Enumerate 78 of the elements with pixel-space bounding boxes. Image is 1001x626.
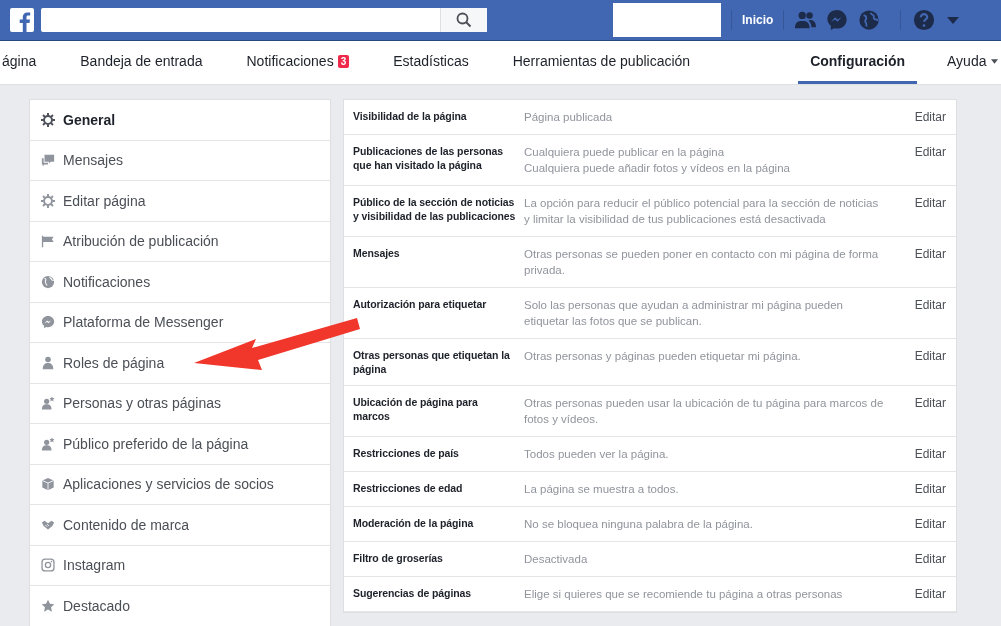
star-icon — [41, 598, 55, 613]
caret-icon[interactable] — [947, 16, 960, 24]
setting-value: Otras personas y páginas pueden etiquetar mi página. — [524, 349, 802, 364]
tab[interactable]: ágina — [0, 41, 39, 84]
tab[interactable]: Estadísticas — [391, 41, 471, 84]
help-icon[interactable] — [913, 9, 936, 31]
setting-name: Visibilidad de la página — [353, 109, 468, 124]
tab[interactable]: Configuración — [798, 41, 917, 84]
sidebar-item[interactable]: Público preferido de la página — [30, 424, 330, 465]
flag-icon — [41, 234, 55, 249]
globe-icon — [41, 274, 55, 289]
sidebar-item[interactable]: Aplicaciones y servicios de socios — [30, 464, 330, 505]
chat-icon — [41, 153, 55, 168]
setting-name: Moderación de la página — [353, 516, 475, 531]
sidebar-item[interactable]: Destacado — [30, 586, 330, 626]
setting-name: Público de la sección de noticias y visibilidad de las publicaciones — [353, 195, 516, 224]
setting-name: Ubicación de página para marcos — [353, 395, 479, 424]
setting-name: Publicaciones de las personas que han visitado la página — [353, 144, 504, 173]
messenger-icon — [41, 315, 55, 330]
facebook-logo-icon[interactable] — [10, 8, 34, 32]
setting-value: No se bloquea ninguna palabra de la página. — [524, 517, 754, 532]
edit-link[interactable]: Editar — [914, 481, 946, 497]
tab[interactable]: Ayuda — [945, 41, 1001, 84]
edit-link[interactable]: Editar — [914, 516, 946, 532]
edit-link[interactable]: Editar — [914, 586, 946, 602]
gear-icon — [41, 112, 55, 127]
edit-link[interactable]: Editar — [914, 144, 946, 176]
count-badge: 3 — [337, 54, 350, 68]
globe-icon[interactable] — [858, 9, 881, 31]
person-star-icon — [41, 396, 55, 411]
setting-value: Solo las personas que ayudan a administrar mi página pueden etiquetar las fotos que se publican. — [524, 298, 844, 329]
setting-value: Cualquiera puede añadir fotos y vídeos en la página — [524, 161, 791, 176]
setting-name: Restricciones de país — [353, 446, 460, 461]
setting-name: Restricciones de edad — [353, 481, 464, 496]
edit-link[interactable]: Editar — [914, 551, 946, 567]
search-button[interactable] — [440, 8, 487, 32]
setting-value: Otras personas pueden usar la ubicación de tu página para marcos de fotos y vídeos. — [524, 396, 885, 427]
edit-link[interactable]: Editar — [914, 195, 946, 227]
person-star-icon — [41, 436, 55, 451]
setting-name: Otras personas que etiquetan la página — [353, 348, 511, 376]
search-icon — [456, 12, 472, 28]
sidebar-item[interactable]: Instagram — [30, 545, 330, 586]
edit-link[interactable]: Editar — [914, 246, 946, 278]
home-link[interactable]: Inicio — [742, 13, 774, 27]
instagram-icon — [41, 558, 55, 573]
setting-value: La página se muestra a todos. — [524, 482, 680, 497]
setting-value: Desactivada — [524, 552, 589, 567]
setting-value: Elige si quieres que se recomiende tu página a otras personas — [524, 587, 844, 602]
setting-value: Otras personas se pueden poner en contacto con mi página de forma privada. — [524, 247, 880, 278]
edit-link[interactable]: Editar — [914, 348, 946, 376]
messenger-icon[interactable] — [826, 9, 849, 31]
setting-value: Cualquiera puede publicar en la página — [524, 145, 726, 160]
cube-icon — [41, 477, 55, 492]
sidebar-item[interactable]: Mensajes — [30, 140, 330, 181]
setting-name: Mensajes — [353, 246, 401, 261]
edit-link[interactable]: Editar — [914, 446, 946, 462]
friends-icon[interactable] — [794, 9, 817, 31]
setting-value: Todos pueden ver la página. — [524, 447, 670, 462]
sidebar-item[interactable]: Atribución de publicación — [30, 221, 330, 262]
sidebar-item[interactable]: Editar página — [30, 181, 330, 222]
setting-name: Filtro de groserías — [353, 551, 444, 566]
edit-link[interactable]: Editar — [914, 109, 946, 125]
setting-value: La opción para reducir el público potencial para la sección de noticias y limitar la visibilidad de tus publicaciones está desactivada — [524, 196, 880, 227]
tab[interactable]: Notificaciones 3 — [244, 41, 352, 84]
sidebar-item[interactable]: Personas y otras páginas — [30, 383, 330, 424]
tab[interactable]: Bandeja de entrada — [78, 41, 205, 84]
search-field[interactable] — [41, 8, 440, 32]
sidebar-item[interactable]: General — [30, 100, 330, 141]
gear-icon — [41, 193, 55, 208]
setting-value: Página publicada — [524, 110, 614, 125]
sidebar-item[interactable]: Contenido de marca — [30, 505, 330, 546]
setting-name: Sugerencias de páginas — [353, 586, 472, 601]
edit-link[interactable]: Editar — [914, 395, 946, 427]
tab[interactable]: Herramientas de publicación — [510, 41, 693, 84]
person-icon — [41, 355, 55, 370]
setting-name: Autorización para etiquetar — [353, 297, 488, 312]
sidebar-item[interactable]: Notificaciones — [30, 262, 330, 303]
edit-link[interactable]: Editar — [914, 297, 946, 329]
